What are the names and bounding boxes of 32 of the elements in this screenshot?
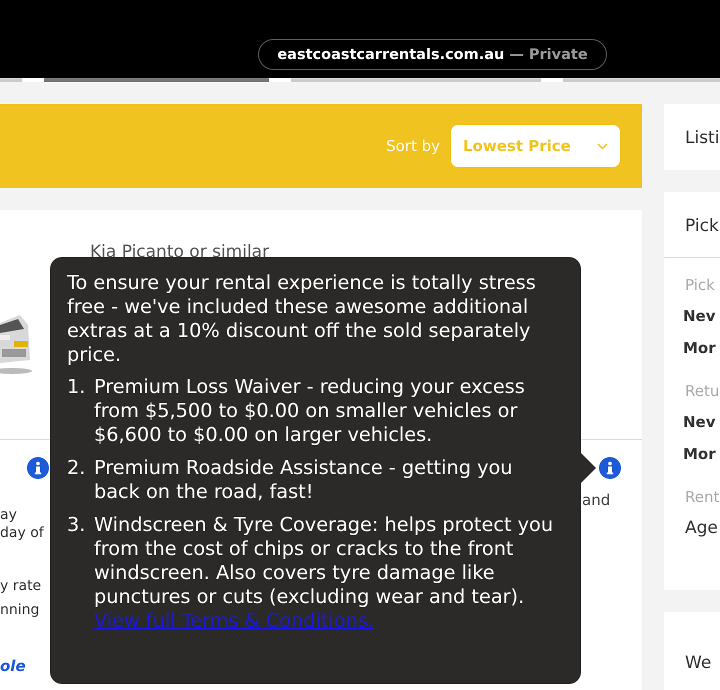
private-label: — Private: [509, 46, 588, 62]
card-title: Listi: [685, 128, 720, 148]
list-item-text: Premium Roadside Assistance - getting you back on the road, fast!: [94, 456, 514, 504]
field-value: Nev: [682, 306, 717, 327]
feature-text: and: [582, 491, 610, 509]
field-value: Age: [684, 517, 719, 540]
description-text: nning: [0, 601, 40, 619]
description-text: day of: [0, 524, 44, 542]
field-label: Retu: [684, 382, 720, 402]
details-link[interactable]: ole: [0, 657, 26, 675]
url-bar[interactable]: eastcoastcarrentals.com.au — Private: [258, 39, 607, 70]
list-number: 3.: [67, 513, 86, 538]
list-number: 1.: [67, 375, 86, 400]
chevron-down-icon: [597, 142, 608, 150]
summary-title: Pick: [685, 216, 719, 236]
vehicle-name: Kia Picanto or similar: [90, 242, 270, 262]
list-item-text: Premium Loss Waiver - reducing your excess from $5,500 to $0.00 on smaller vehicles or $6,600 to $0.00 on larger vehicles.: [94, 375, 526, 447]
info-icon[interactable]: [27, 457, 49, 479]
note-text: We: [685, 653, 712, 673]
description-text: y rate: [0, 577, 42, 595]
field-label: Rent: [684, 488, 720, 508]
field-value: Mor: [682, 338, 717, 359]
sort-label: Sort by: [386, 137, 440, 155]
list-number: 2.: [67, 456, 86, 481]
info-icon[interactable]: [599, 457, 621, 479]
field-value: Nev: [682, 412, 717, 433]
tooltip-intro: To ensure your rental experience is totally stress free - we've included these awesome additional extras at a 10% discount off the sold separately price.: [67, 271, 537, 367]
description-text: ay: [0, 506, 17, 524]
url-text: eastcoastcarrentals.com.au: [277, 46, 504, 62]
list-item-text: Windscreen & Tyre Coverage: helps protect you from the cost of chips or cracks to the front windscreen. Also covers tyre damage like punctures or cuts (excluding wear and tear).: [94, 513, 554, 609]
field-label: Pick: [684, 276, 716, 296]
field-value: Mor: [682, 444, 717, 465]
